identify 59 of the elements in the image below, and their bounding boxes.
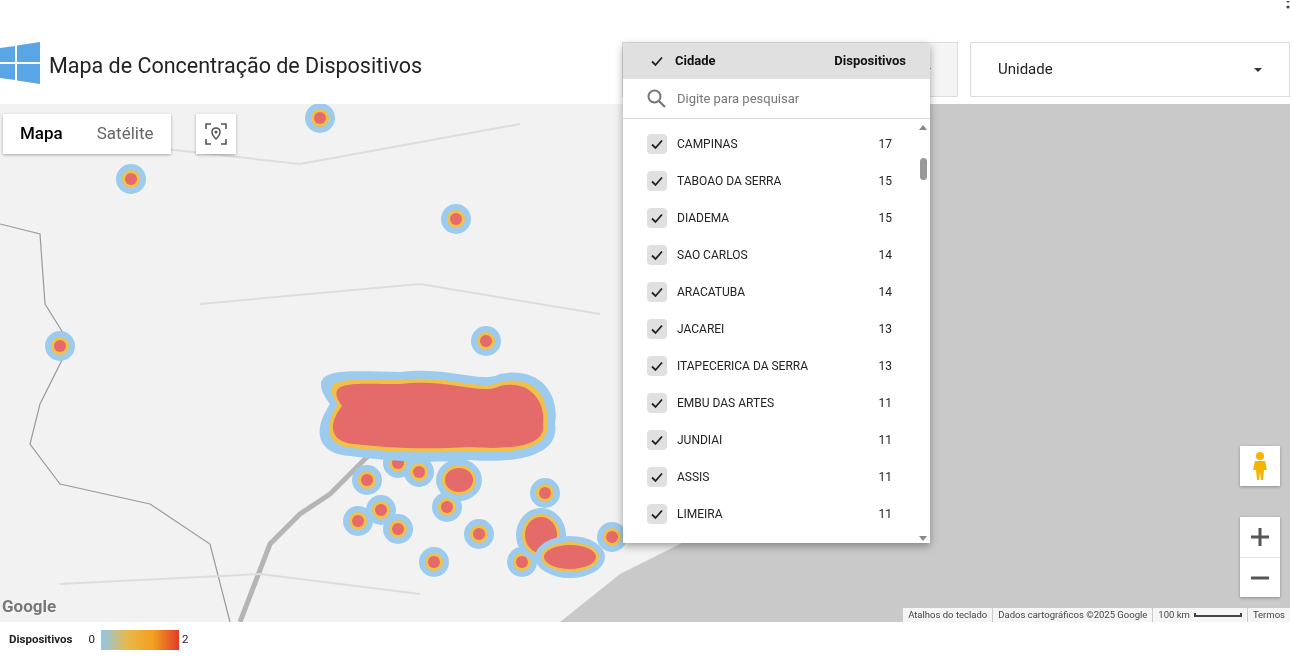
map-type-button[interactable]: Mapa (3, 114, 80, 154)
scrollbar-thumb[interactable] (919, 158, 927, 180)
search-icon (647, 89, 666, 108)
checkbox[interactable] (647, 392, 667, 413)
city-option[interactable]: ASSIS 11 (623, 458, 930, 495)
location-button[interactable] (196, 114, 236, 154)
city-option[interactable]: DIADEMA 15 (623, 199, 930, 236)
heat-spot (383, 514, 413, 544)
checkbox[interactable] (647, 207, 667, 228)
scroll-up-icon[interactable] (918, 123, 928, 131)
map-type-button[interactable]: Satélite (79, 114, 171, 154)
window-logo-icon (0, 42, 40, 84)
checkbox[interactable] (647, 318, 667, 339)
checkbox[interactable] (647, 244, 667, 265)
location-pin-icon (205, 123, 227, 145)
heat-spot (419, 547, 449, 577)
page-title: Mapa de Concentração de Dispositivos (49, 52, 423, 80)
heat-spot (116, 164, 146, 194)
legend-min: 0 (88, 631, 95, 649)
heat-spot (45, 331, 75, 361)
check-icon (650, 54, 664, 68)
city-option[interactable]: JUNDIAI 11 (623, 421, 930, 458)
checkbox[interactable] (647, 170, 667, 191)
column-header: Dispositivos (834, 52, 906, 71)
minus-icon (1251, 575, 1269, 580)
heat-spot (305, 104, 335, 133)
terms-link[interactable]: Termos (1246, 607, 1290, 622)
scale-bar (1193, 613, 1242, 617)
city-option[interactable]: EMBU DAS ARTES 11 (623, 384, 930, 421)
scale-label: 100 km (1157, 607, 1191, 622)
keyboard-shortcuts-link[interactable]: Atalhos do teclado (903, 607, 994, 622)
checkbox[interactable] (647, 429, 667, 450)
city-option[interactable]: SAO CARLOS 14 (623, 236, 930, 273)
heat-spot (352, 465, 382, 495)
caret-icon (1254, 67, 1262, 72)
checkbox[interactable] (647, 281, 667, 302)
city-option[interactable]: ARACATUBA 14 (623, 273, 930, 310)
map-data-credit: Dados cartográficos ©2025 Google (993, 607, 1154, 622)
google-logo: Google (2, 594, 57, 618)
checkbox[interactable] (647, 133, 667, 154)
search-field[interactable]: Digite para pesquisar (677, 88, 897, 109)
heat-spot (441, 204, 471, 234)
city-option[interactable]: ITAPECERICA DA SERRA 13 (623, 347, 930, 384)
city-option[interactable]: LIMEIRA 11 (623, 495, 930, 532)
column-header: Cidade (675, 52, 716, 71)
city-option[interactable]: CAMPINAS 17 (623, 125, 930, 162)
scroll-down-icon[interactable] (918, 535, 928, 543)
checkbox[interactable] (647, 466, 667, 487)
heat-spot (464, 519, 494, 549)
checkbox[interactable] (647, 355, 667, 376)
checkbox[interactable] (647, 503, 667, 524)
city-option[interactable]: TABOAO DA SERRA 15 (623, 162, 930, 199)
city-option[interactable]: JACAREI 13 (623, 310, 930, 347)
legend-max: 2 (181, 631, 189, 649)
plus-icon (1251, 528, 1269, 546)
legend-title: Dispositivos (9, 631, 73, 649)
pegman-icon (1252, 451, 1268, 481)
heat-spot (471, 326, 501, 356)
unit-dropdown[interactable]: Unidade (970, 42, 1290, 97)
